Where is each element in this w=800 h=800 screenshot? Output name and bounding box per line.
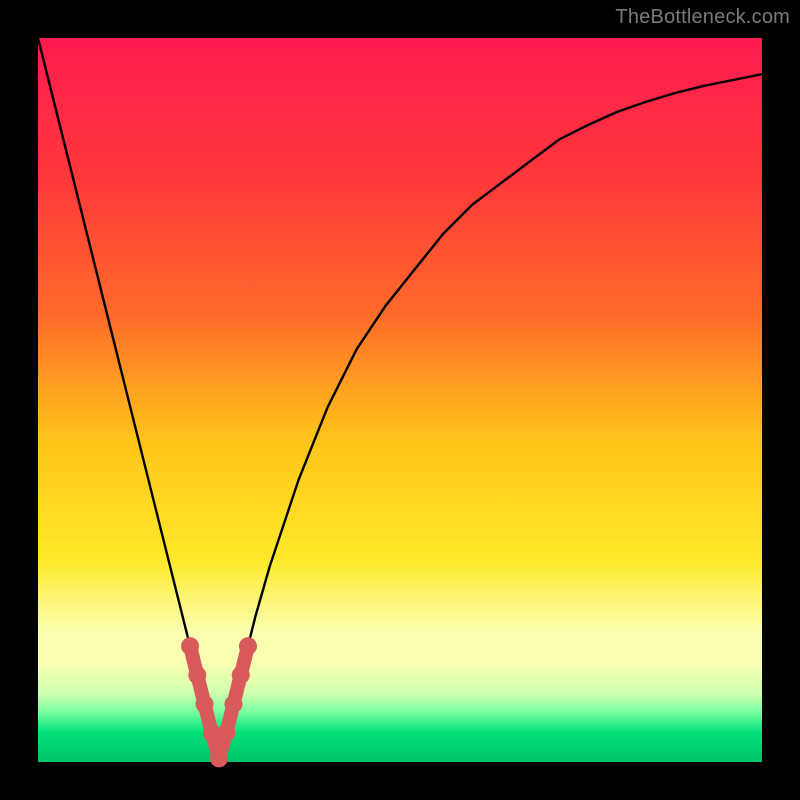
marker-dot — [239, 637, 257, 655]
marker-dot — [224, 695, 242, 713]
marker-dot — [196, 695, 214, 713]
bottleneck-chart — [0, 0, 800, 800]
marker-dot — [181, 637, 199, 655]
chart-frame: TheBottleneck.com — [0, 0, 800, 800]
plot-gradient-area — [38, 38, 762, 762]
marker-dot — [210, 749, 228, 767]
marker-dot — [232, 666, 250, 684]
marker-dot — [188, 666, 206, 684]
marker-dot — [217, 724, 235, 742]
watermark-label: TheBottleneck.com — [615, 6, 790, 29]
